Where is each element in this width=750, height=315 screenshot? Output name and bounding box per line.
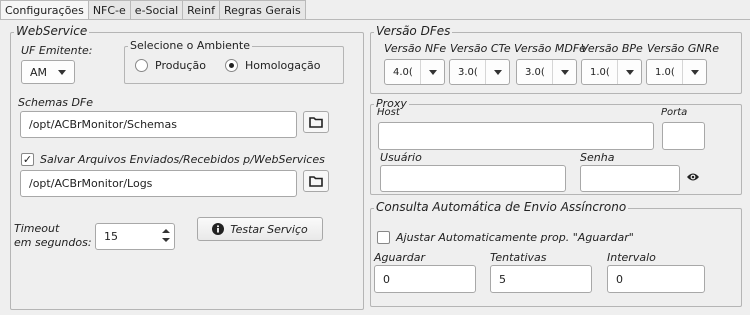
intervalo-label: Intervalo bbox=[607, 251, 656, 264]
versao-bpe-select[interactable]: 1.0( bbox=[581, 59, 642, 85]
ajustar-label[interactable]: Ajustar Automaticamente prop. "Aguardar" bbox=[396, 231, 634, 244]
tab-nfce[interactable]: NFC-e bbox=[87, 0, 131, 20]
versao-cte-select[interactable]: 3.0( bbox=[449, 59, 510, 85]
timeout-stepper[interactable] bbox=[159, 229, 173, 242]
porta-input[interactable] bbox=[662, 122, 705, 150]
logs-path-value: /opt/ACBrMonitor/Logs bbox=[29, 177, 153, 190]
host-input[interactable] bbox=[378, 122, 654, 150]
testar-servico-button[interactable]: Testar Serviço bbox=[197, 217, 323, 241]
salvar-label[interactable]: Salvar Arquivos Enviados/Recebidos p/Web… bbox=[40, 153, 325, 166]
proxy-group: Proxy Host Porta Usuário Senha bbox=[370, 97, 742, 195]
tab-regras-gerais[interactable]: Regras Gerais bbox=[218, 0, 306, 20]
versao-nfe-select[interactable]: 4.0( bbox=[384, 59, 445, 85]
versao-gnre-value: 1.0( bbox=[655, 66, 675, 78]
host-label: Host bbox=[377, 107, 400, 118]
stepper-down-icon[interactable] bbox=[162, 238, 170, 242]
versao-gnre-select[interactable]: 1.0( bbox=[646, 59, 707, 85]
intervalo-value: 0 bbox=[616, 272, 623, 286]
usuario-label: Usuário bbox=[380, 151, 422, 164]
salvar-checkbox[interactable]: ✓ bbox=[21, 153, 34, 166]
logs-browse-button[interactable] bbox=[303, 170, 329, 192]
radio-producao[interactable] bbox=[135, 59, 148, 72]
consulta-title: Consulta Automática de Envio Assíncrono bbox=[374, 200, 629, 214]
versao-nfe-label: Versão NFe bbox=[384, 42, 447, 55]
webservice-title: WebService bbox=[14, 24, 90, 38]
senha-input[interactable] bbox=[580, 165, 680, 192]
chevron-down-icon bbox=[50, 61, 74, 83]
chevron-down-icon bbox=[485, 60, 509, 84]
uf-select[interactable]: AM bbox=[21, 60, 75, 84]
versao-mdfe-label: Versão MDFe bbox=[514, 42, 586, 55]
ambiente-group: Selecione o Ambiente Produção Homologaçã… bbox=[124, 39, 344, 84]
versao-gnre-label: Versão GNRe bbox=[647, 42, 720, 55]
logs-path-input[interactable]: /opt/ACBrMonitor/Logs bbox=[20, 170, 297, 197]
aguardar-input[interactable]: 0 bbox=[374, 265, 476, 293]
versao-cte-label: Versão CTe bbox=[450, 42, 511, 55]
tab-reinf[interactable]: Reinf bbox=[182, 0, 220, 20]
eye-icon[interactable] bbox=[686, 172, 700, 182]
porta-label: Porta bbox=[661, 107, 688, 118]
stepper-up-icon[interactable] bbox=[162, 229, 170, 233]
tab-bar: Configurações NFC-e e-Social Reinf Regra… bbox=[0, 0, 306, 21]
versao-bpe-value: 1.0( bbox=[590, 66, 610, 78]
tentativas-value: 5 bbox=[499, 272, 506, 286]
intervalo-input[interactable]: 0 bbox=[607, 265, 705, 293]
versao-mdfe-select[interactable]: 3.0( bbox=[516, 59, 577, 85]
senha-label: Senha bbox=[580, 151, 615, 164]
ajustar-checkbox[interactable] bbox=[377, 231, 390, 244]
webservice-group: WebService UF Emitente: AM Selecione o A… bbox=[10, 24, 364, 310]
chevron-down-icon bbox=[552, 60, 576, 84]
schemas-path-value: /opt/ACBrMonitor/Schemas bbox=[29, 118, 177, 131]
testar-servico-label: Testar Serviço bbox=[230, 222, 308, 236]
versao-cte-value: 3.0( bbox=[458, 66, 478, 78]
versao-bpe-label: Versão BPe bbox=[581, 42, 643, 55]
schemas-path-input[interactable]: /opt/ACBrMonitor/Schemas bbox=[20, 111, 297, 138]
folder-icon bbox=[309, 176, 323, 187]
tentativas-label: Tentativas bbox=[490, 251, 547, 264]
versao-title: Versão DFes bbox=[374, 24, 453, 38]
radio-homologacao[interactable] bbox=[225, 59, 238, 72]
timeout-label-2: em segundos: bbox=[14, 236, 92, 249]
producao-label[interactable]: Produção bbox=[155, 59, 206, 72]
tab-esocial[interactable]: e-Social bbox=[129, 0, 184, 20]
uf-value: AM bbox=[30, 65, 48, 79]
chevron-down-icon bbox=[420, 60, 444, 84]
schemas-label: Schemas DFe bbox=[18, 96, 94, 109]
usuario-input[interactable] bbox=[380, 165, 566, 192]
tab-configuracoes[interactable]: Configurações bbox=[0, 0, 89, 21]
timeout-value: 15 bbox=[104, 230, 118, 243]
timeout-label: Timeout bbox=[14, 222, 60, 235]
versao-group: Versão DFes Versão NFe Versão CTe Versão… bbox=[370, 24, 742, 94]
versao-nfe-value: 4.0( bbox=[393, 66, 413, 78]
ambiente-title: Selecione o Ambiente bbox=[128, 39, 252, 52]
schemas-browse-button[interactable] bbox=[303, 111, 329, 133]
chevron-down-icon bbox=[682, 60, 706, 84]
folder-icon bbox=[309, 117, 323, 128]
aguardar-label: Aguardar bbox=[374, 251, 425, 264]
info-icon bbox=[212, 223, 225, 235]
consulta-group: Consulta Automática de Envio Assíncrono … bbox=[370, 200, 742, 307]
uf-label: UF Emitente: bbox=[21, 44, 93, 57]
aguardar-value: 0 bbox=[383, 272, 390, 286]
tentativas-input[interactable]: 5 bbox=[490, 265, 592, 293]
chevron-down-icon bbox=[617, 60, 641, 84]
versao-mdfe-value: 3.0( bbox=[525, 66, 545, 78]
homologacao-label[interactable]: Homologação bbox=[245, 59, 320, 72]
tab-content: WebService UF Emitente: AM Selecione o A… bbox=[0, 19, 750, 315]
